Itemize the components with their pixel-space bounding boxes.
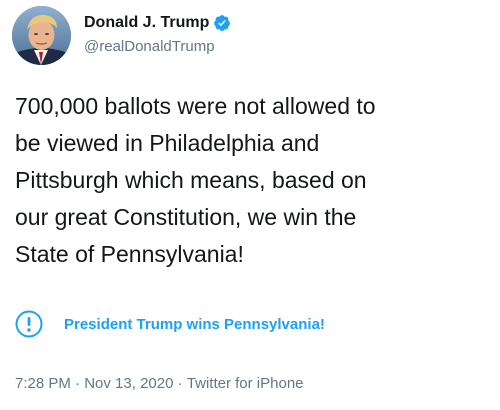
tweet-text: 700,000 ballots were not allowed to be v… [15, 93, 376, 267]
notice-label[interactable]: President Trump wins Pennsylvania! [64, 316, 325, 333]
avatar[interactable] [12, 6, 71, 65]
verified-badge-icon [213, 14, 231, 32]
exclamation-circle-icon [15, 310, 43, 338]
meta-separator: · [70, 375, 85, 392]
tweet-time[interactable]: 7:28 PM [15, 375, 71, 392]
author-handle[interactable]: @realDonaldTrump [84, 38, 215, 55]
election-notice[interactable]: President Trump wins Pennsylvania! [15, 310, 325, 338]
author-name-row: Donald J. Trump [84, 13, 231, 33]
tweet-card: Donald J. Trump @realDonaldTrump 700,000… [0, 0, 500, 410]
tweet-date[interactable]: Nov 13, 2020 [84, 375, 173, 392]
tweet-meta: 7:28 PM · Nov 13, 2020 · Twitter for iPh… [15, 375, 304, 392]
author-display-name[interactable]: Donald J. Trump [84, 14, 209, 32]
meta-separator: · [173, 375, 187, 392]
tweet-source[interactable]: Twitter for iPhone [187, 375, 304, 392]
